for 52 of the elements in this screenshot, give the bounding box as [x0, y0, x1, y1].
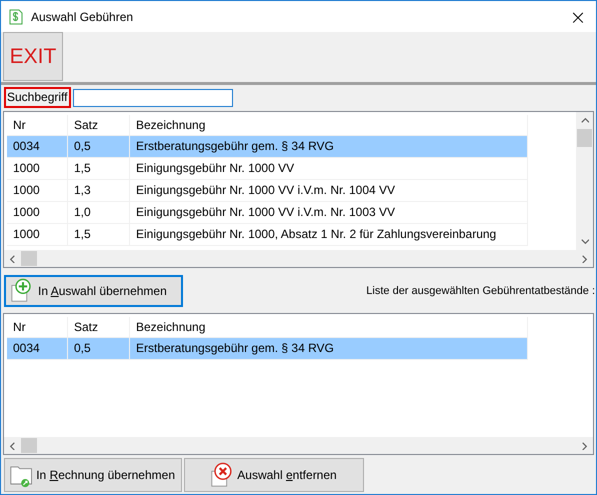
- table-row[interactable]: 0034 0,5 Erstberatungsgebühr gem. § 34 RVG: [7, 136, 528, 158]
- table-cell: 1000: [7, 158, 68, 179]
- table-cell: Einigungsgebühr Nr. 1000 VV i.V.m. Nr. 1003 VV: [130, 202, 528, 223]
- table-cell: 0,5: [68, 338, 130, 359]
- scroll-up-icon[interactable]: [580, 116, 589, 125]
- invoice-button[interactable]: In Rechnung übernehmen: [4, 458, 182, 492]
- search-label: Suchbegriff: [4, 87, 70, 108]
- table-cell: 1,5: [68, 224, 130, 245]
- vertical-scrollbar[interactable]: [576, 112, 593, 250]
- scroll-thumb[interactable]: [577, 129, 592, 147]
- table-cell: 1,3: [68, 180, 130, 201]
- window-title: Auswahl Gebühren: [31, 10, 134, 24]
- table-cell: 1000: [7, 224, 68, 245]
- table-cell: 1,0: [68, 202, 130, 223]
- add-to-selection-button[interactable]: In Auswahl übernehmen: [4, 274, 183, 306]
- table-cell: 1,5: [68, 158, 130, 179]
- table-row[interactable]: 1000 1,5 Einigungsgebühr Nr. 1000 VV: [7, 158, 528, 180]
- close-button[interactable]: ×: [560, 2, 596, 32]
- table-cell: 1000: [7, 202, 68, 223]
- exit-button[interactable]: EXIT: [3, 32, 63, 81]
- horizontal-scrollbar[interactable]: [4, 250, 593, 267]
- table-row[interactable]: 1000 1,5 Einigungsgebühr Nr. 1000, Absatz 1 Nr. 2 für Zahlungsvereinbarung: [7, 224, 528, 246]
- table-cell: 0034: [7, 338, 68, 359]
- remove-selection-button[interactable]: Auswahl entfernen: [184, 458, 364, 492]
- table-row[interactable]: 0034 0,5 Erstberatungsgebühr gem. § 34 RVG: [7, 338, 528, 360]
- table-cell: Erstberatungsgebühr gem. § 34 RVG: [130, 136, 528, 157]
- table-row[interactable]: 1000 1,3 Einigungsgebühr Nr. 1000 VV i.V.m. Nr. 1004 VV: [7, 180, 528, 202]
- scroll-left-icon[interactable]: [8, 441, 17, 450]
- table-row[interactable]: 1000 1,0 Einigungsgebühr Nr. 1000 VV i.V.m. Nr. 1003 VV: [7, 202, 528, 224]
- column-header[interactable]: Nr: [7, 115, 68, 135]
- scroll-thumb[interactable]: [21, 438, 37, 453]
- column-header[interactable]: Satz: [68, 317, 130, 337]
- scroll-right-icon[interactable]: [580, 441, 589, 450]
- table-cell: Einigungsgebühr Nr. 1000, Absatz 1 Nr. 2 für Zahlungsvereinbarung: [130, 224, 528, 245]
- horizontal-scrollbar[interactable]: [4, 437, 593, 454]
- table-cell: 0,5: [68, 136, 130, 157]
- table-cell: Einigungsgebühr Nr. 1000 VV: [130, 158, 528, 179]
- scroll-thumb[interactable]: [21, 251, 37, 266]
- search-field[interactable]: [72, 88, 232, 106]
- table-cell: 1000: [7, 180, 68, 201]
- app-icon: [9, 8, 23, 24]
- scroll-right-icon[interactable]: [580, 254, 589, 263]
- scroll-left-icon[interactable]: [8, 254, 17, 263]
- scroll-down-icon[interactable]: [580, 237, 589, 246]
- column-header[interactable]: Bezeichnung: [130, 317, 528, 337]
- column-header[interactable]: Satz: [68, 115, 130, 135]
- column-header[interactable]: Nr: [7, 317, 68, 337]
- table-cell: 0034: [7, 136, 68, 157]
- column-header[interactable]: Bezeichnung: [130, 115, 528, 135]
- list-caption: Liste der ausgewählten Gebührentatbestände :: [366, 284, 595, 296]
- table-cell: Einigungsgebühr Nr. 1000 VV i.V.m. Nr. 1004 VV: [130, 180, 528, 201]
- table-cell: Erstberatungsgebühr gem. § 34 RVG: [130, 338, 528, 359]
